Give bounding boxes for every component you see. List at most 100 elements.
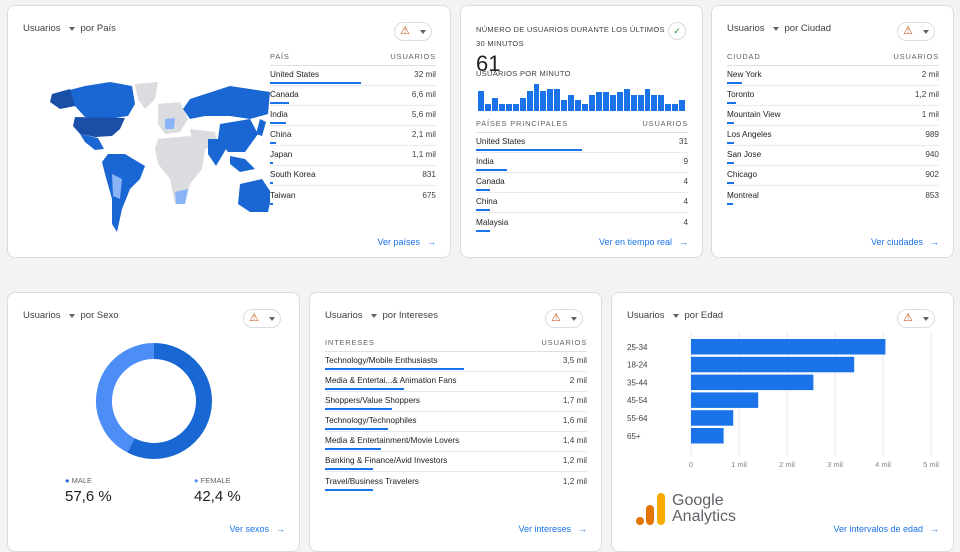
minute-bar[interactable] — [561, 100, 568, 111]
age-bar[interactable] — [691, 392, 759, 408]
table-row[interactable]: Japan 1,1 mil — [270, 146, 436, 166]
table-row[interactable]: South Korea 831 — [270, 166, 436, 186]
link-label[interactable]: Ver intereses — [518, 524, 571, 534]
metric-selector[interactable]: Usuarios — [727, 23, 765, 34]
table-row[interactable]: Technology/Technophiles 1,6 mil — [325, 412, 587, 432]
world-map[interactable] — [40, 74, 270, 244]
donut-segment-male[interactable] — [127, 343, 212, 459]
minute-bar[interactable] — [498, 104, 505, 111]
minute-bar[interactable] — [526, 90, 533, 111]
view-age-ranges-link[interactable]: Ver intervalos de edad → — [833, 524, 939, 534]
minute-bar[interactable] — [616, 92, 623, 111]
minute-bar[interactable] — [575, 100, 582, 111]
minute-bar[interactable] — [519, 97, 526, 111]
minute-bar[interactable] — [623, 88, 630, 111]
map-japan[interactable] — [256, 119, 266, 136]
table-row[interactable]: China 4 — [476, 193, 688, 213]
table-row[interactable]: India 5,6 mil — [270, 106, 436, 126]
minute-bar[interactable] — [630, 95, 637, 111]
minute-bar[interactable] — [589, 95, 595, 111]
table-row[interactable]: Shoppers/Value Shoppers 1,7 mil — [325, 392, 587, 412]
map-europe[interactable] — [158, 102, 188, 134]
link-label[interactable]: Ver intervalos de edad — [833, 524, 923, 534]
status-menu-button[interactable]: ⚠ — [394, 22, 432, 41]
minute-bar[interactable] — [478, 90, 484, 111]
minute-bar[interactable] — [491, 97, 498, 111]
caret-down-icon[interactable] — [672, 313, 679, 318]
age-bar[interactable] — [691, 339, 886, 355]
view-genders-link[interactable]: Ver sexos → — [229, 524, 285, 534]
link-label[interactable]: Ver países — [377, 237, 420, 247]
table-row[interactable]: San Jose 940 — [727, 146, 939, 166]
minute-bar[interactable] — [602, 92, 609, 111]
age-bar[interactable] — [691, 374, 814, 391]
table-row[interactable]: Montreal 853 — [727, 186, 939, 206]
table-row[interactable]: Chicago 902 — [727, 166, 939, 186]
minute-bar[interactable] — [665, 104, 672, 111]
map-australia[interactable] — [238, 179, 270, 212]
map-usa[interactable] — [73, 117, 125, 137]
minute-bar[interactable] — [595, 92, 602, 111]
minute-bar[interactable] — [568, 95, 575, 111]
minute-bar[interactable] — [540, 90, 547, 111]
table-row[interactable]: Travel/Business Travelers 1,2 mil — [325, 472, 587, 492]
table-row[interactable]: Banking & Finance/Avid Investors 1,2 mil — [325, 452, 587, 472]
minute-bar[interactable] — [658, 95, 665, 111]
view-countries-link[interactable]: Ver países → — [377, 237, 436, 247]
table-row[interactable]: New York 2 mil — [727, 66, 939, 86]
status-menu-button[interactable]: ⚠ — [545, 309, 583, 328]
age-bar[interactable] — [691, 428, 724, 444]
donut-segment-female[interactable] — [96, 343, 155, 453]
metric-selector[interactable]: Usuarios — [23, 310, 61, 321]
minute-bar[interactable] — [679, 100, 686, 111]
card-title[interactable]: Usuarios por Edad — [627, 310, 723, 321]
table-row[interactable]: Malaysia 4 — [476, 213, 688, 233]
minute-bar[interactable] — [644, 88, 651, 111]
status-menu-button[interactable]: ⚠ — [243, 309, 281, 328]
map-se-asia[interactable] — [230, 156, 255, 172]
minute-bar[interactable] — [554, 88, 561, 111]
view-realtime-link[interactable]: Ver en tiempo real → — [599, 237, 688, 247]
map-russia[interactable] — [183, 86, 270, 119]
link-label[interactable]: Ver en tiempo real — [599, 237, 672, 247]
table-row[interactable]: India 9 — [476, 153, 688, 173]
card-title[interactable]: Usuarios por Ciudad — [727, 23, 831, 34]
card-title[interactable]: Usuarios por País — [23, 23, 116, 34]
metric-selector[interactable]: Usuarios — [325, 310, 363, 321]
minute-bar[interactable] — [484, 104, 491, 111]
map-south-america[interactable] — [102, 154, 145, 232]
minute-bar[interactable] — [547, 88, 554, 111]
caret-down-icon[interactable] — [68, 26, 75, 31]
view-cities-link[interactable]: Ver ciudades → — [871, 237, 939, 247]
metric-selector[interactable]: Usuarios — [627, 310, 665, 321]
table-row[interactable]: Toronto 1,2 mil — [727, 86, 939, 106]
map-india[interactable] — [208, 139, 226, 166]
minute-bar[interactable] — [609, 95, 616, 111]
minute-bar[interactable] — [582, 104, 588, 111]
card-title[interactable]: Usuarios por Sexo — [23, 310, 119, 321]
table-row[interactable]: United States 32 mil — [270, 66, 436, 86]
status-menu-button[interactable]: ⚠ — [897, 22, 935, 41]
caret-down-icon[interactable] — [370, 313, 377, 318]
table-row[interactable]: Canada 4 — [476, 173, 688, 193]
status-menu-button[interactable]: ⚠ — [897, 309, 935, 328]
map-europe-light[interactable] — [165, 118, 175, 129]
table-row[interactable]: Taiwan 675 — [270, 186, 436, 206]
link-label[interactable]: Ver sexos — [229, 524, 269, 534]
minute-bar[interactable] — [533, 84, 540, 111]
table-row[interactable]: Media & Entertai...& Animation Fans 2 mil — [325, 372, 587, 392]
age-bar[interactable] — [691, 356, 855, 373]
gender-donut-chart[interactable] — [89, 336, 219, 466]
table-row[interactable]: Canada 6,6 mil — [270, 86, 436, 106]
caret-down-icon[interactable] — [68, 313, 75, 318]
table-row[interactable]: Los Angeles 989 — [727, 126, 939, 146]
view-interests-link[interactable]: Ver intereses → — [518, 524, 587, 534]
minute-bar[interactable] — [505, 104, 512, 111]
link-label[interactable]: Ver ciudades — [871, 237, 923, 247]
metric-selector[interactable]: Usuarios — [23, 23, 61, 34]
table-row[interactable]: Mountain View 1 mil — [727, 106, 939, 126]
minute-bar[interactable] — [672, 104, 679, 111]
card-title[interactable]: Usuarios por Intereses — [325, 310, 438, 321]
minute-bar[interactable] — [651, 95, 658, 111]
age-bar[interactable] — [691, 410, 734, 426]
